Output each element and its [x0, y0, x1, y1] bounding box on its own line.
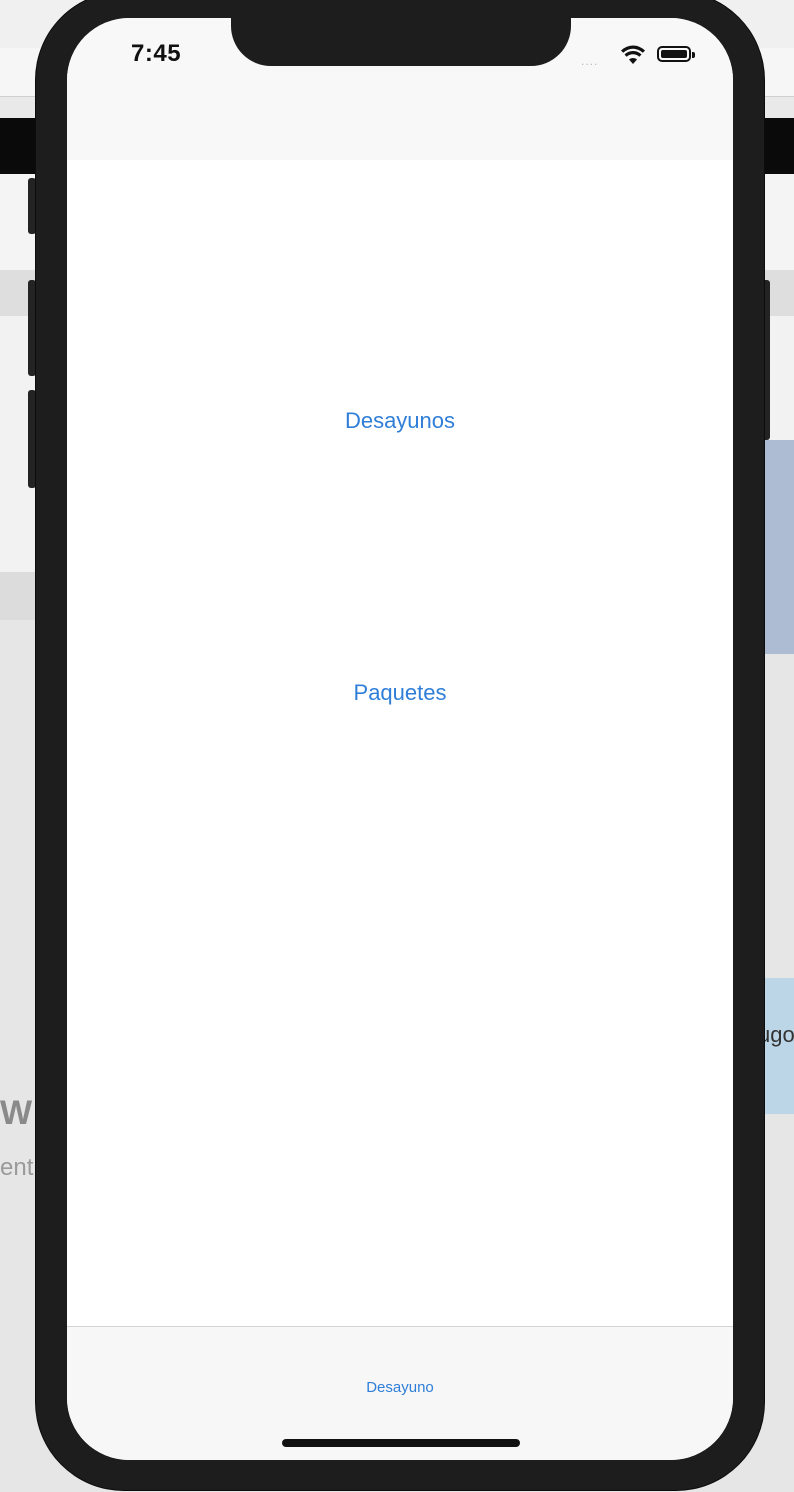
tab-desayuno[interactable]: Desayuno: [350, 1379, 450, 1409]
background-heading-fragment: W: [0, 1094, 33, 1132]
background-text-fragment: ent: [0, 1154, 34, 1181]
device-notch: [231, 18, 571, 66]
desayunos-button[interactable]: Desayunos: [67, 408, 733, 434]
status-time: 7:45: [131, 40, 182, 67]
silent-switch: [28, 178, 36, 234]
home-indicator[interactable]: [282, 1439, 520, 1447]
volume-down-button: [28, 390, 36, 488]
background-panel: [762, 440, 794, 654]
wifi-icon: [621, 45, 645, 64]
signal-icon: ....: [581, 54, 599, 68]
tab-label: Desayuno: [366, 1379, 434, 1396]
tab-bar: Desayuno: [67, 1326, 733, 1460]
battery-tip: [692, 52, 695, 58]
paquetes-button[interactable]: Paquetes: [67, 680, 733, 706]
main-content: Desayunos Paquetes: [67, 160, 733, 1326]
device-screen: 7:45 .... Desayunos Paquetes Desayuno: [67, 18, 733, 1460]
status-icons: ....: [581, 44, 701, 68]
volume-up-button: [28, 280, 36, 376]
battery-level: [661, 50, 687, 58]
simulator-window: ugo W ent 7:45 .... Desayunos Paquetes D…: [0, 0, 794, 1492]
battery-icon: [657, 46, 691, 62]
